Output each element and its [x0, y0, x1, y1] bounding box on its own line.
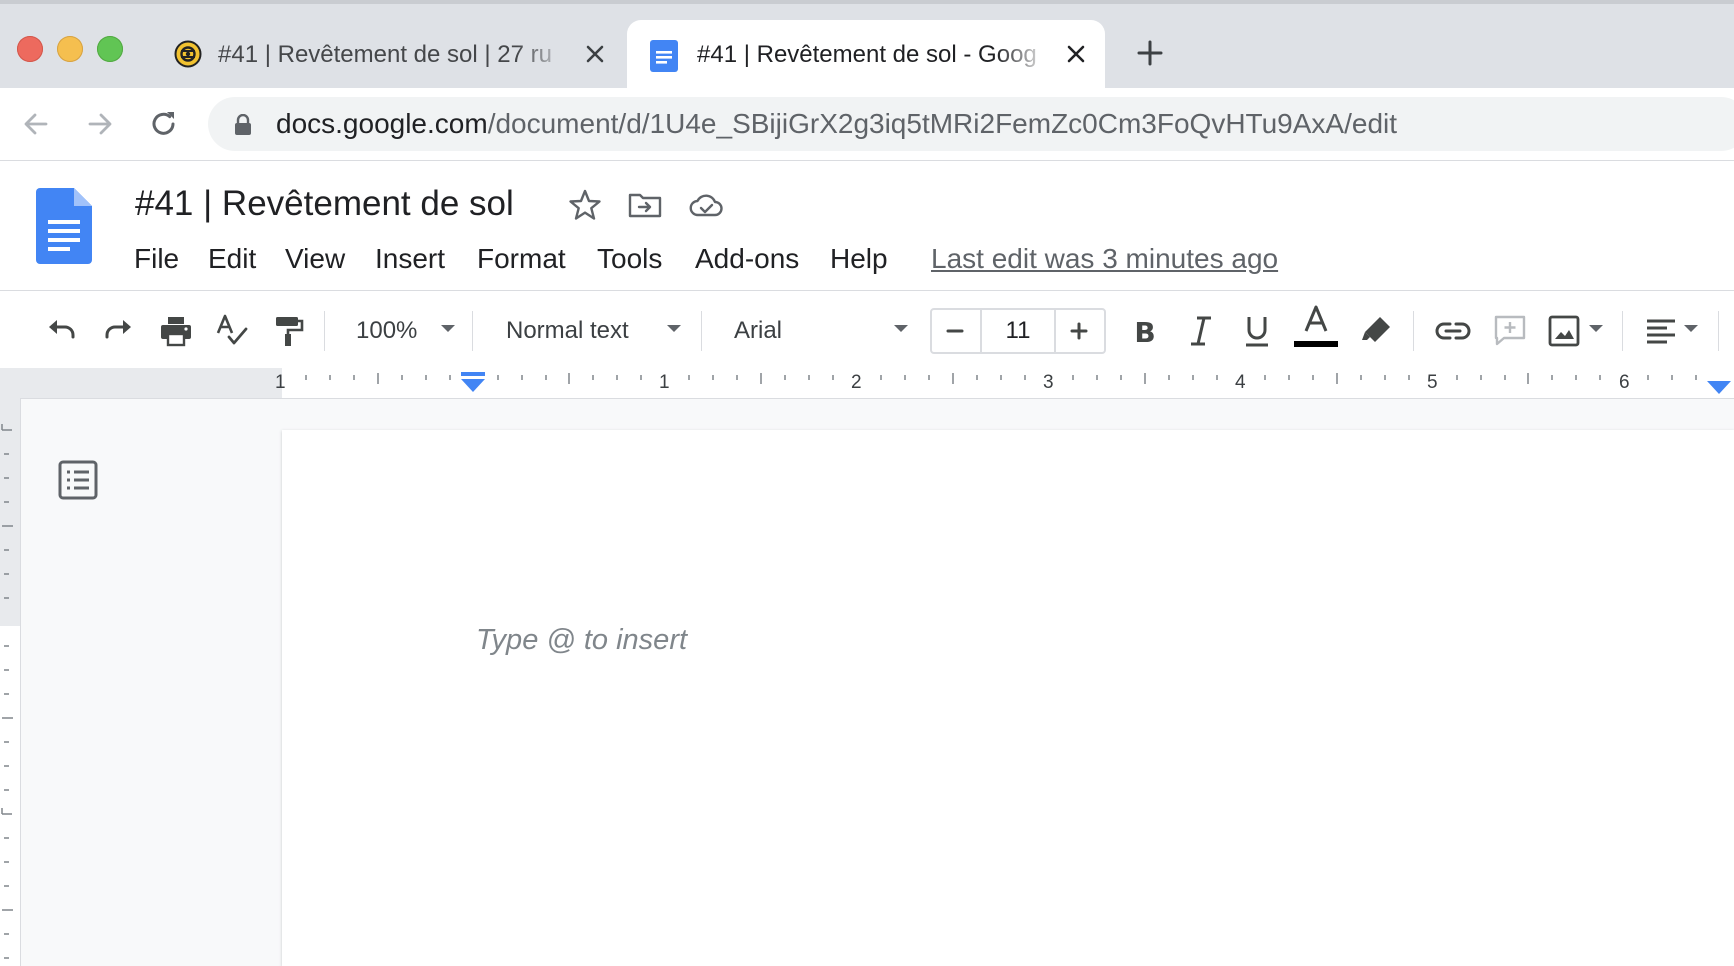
back-arrow-icon[interactable] — [20, 108, 52, 140]
browser-toolbar: docs.google.com/document/d/1U4e_SBijiGrX… — [0, 88, 1734, 161]
decrease-font-size-button[interactable] — [932, 310, 982, 352]
chevron-down-icon[interactable] — [894, 325, 908, 332]
chevron-down-icon[interactable] — [1684, 325, 1698, 332]
address-bar[interactable]: docs.google.com/document/d/1U4e_SBijiGrX… — [208, 97, 1734, 151]
editing-toolbar: 100% Normal text Arial 11 B — [0, 290, 1734, 369]
paint-format-icon[interactable] — [270, 313, 306, 349]
ruler-label: 2 — [851, 372, 862, 393]
chevron-down-icon[interactable] — [441, 325, 455, 332]
tab-title: #41 | Revêtement de sol - Goog — [697, 41, 1037, 68]
toolbar-separator — [701, 311, 702, 351]
window-close-button[interactable] — [17, 36, 43, 62]
ruler-ticks — [305, 373, 1697, 384]
zoom-select[interactable]: 100% — [356, 311, 417, 351]
toolbar-separator — [472, 311, 473, 351]
redo-icon[interactable] — [100, 313, 136, 349]
lock-icon[interactable] — [234, 114, 252, 136]
google-docs-icon — [650, 40, 678, 72]
increase-font-size-button[interactable] — [1054, 310, 1104, 352]
url-host: docs.google.com — [276, 108, 488, 139]
browser-tab-strip: #41 | Revêtement de sol | 27 ru #41 | Re… — [0, 0, 1734, 88]
menu-format[interactable]: Format — [477, 238, 566, 280]
ruler-ticks — [1, 424, 13, 959]
menu-help[interactable]: Help — [830, 238, 888, 280]
font-family-select[interactable]: Arial — [734, 311, 782, 351]
undo-icon[interactable] — [44, 313, 80, 349]
font-size-input[interactable]: 11 — [982, 310, 1054, 352]
forward-arrow-icon[interactable] — [84, 108, 116, 140]
ruler-label: 6 — [1619, 372, 1630, 393]
last-edit-link[interactable]: Last edit was 3 minutes ago — [931, 238, 1278, 280]
ruler-label: 5 — [1427, 372, 1438, 393]
star-icon[interactable] — [568, 188, 602, 222]
toolbar-separator — [324, 311, 325, 351]
browser-tab-inactive[interactable]: #41 | Revêtement de sol | 27 ru — [158, 20, 618, 88]
align-left-icon[interactable] — [1644, 313, 1680, 349]
toolbar-separator — [1413, 311, 1414, 351]
underline-icon[interactable] — [1239, 313, 1275, 349]
move-to-folder-icon[interactable] — [627, 188, 662, 222]
insert-link-icon[interactable] — [1433, 313, 1473, 349]
spellcheck-icon[interactable] — [214, 313, 250, 349]
paragraph-style-select[interactable]: Normal text — [506, 311, 629, 351]
menu-edit[interactable]: Edit — [208, 238, 256, 280]
vertical-ruler[interactable] — [0, 398, 21, 966]
right-indent-marker-icon[interactable] — [1706, 380, 1732, 396]
left-indent-marker-icon[interactable] — [460, 372, 486, 394]
window-maximize-button[interactable] — [97, 36, 123, 62]
document-page[interactable] — [282, 430, 1734, 966]
menu-add-ons[interactable]: Add-ons — [695, 238, 799, 280]
ruler-label: 1 — [659, 372, 670, 393]
body-placeholder[interactable]: Type @ to insert — [476, 620, 687, 660]
horizontal-ruler[interactable]: 1 1 2 3 4 5 6 — [0, 368, 1734, 399]
close-tab-icon[interactable] — [1064, 42, 1088, 66]
toolbar-separator — [1718, 311, 1719, 351]
toolbar-separator — [1622, 311, 1623, 351]
google-docs-logo-icon[interactable] — [36, 188, 92, 264]
close-tab-icon[interactable] — [583, 42, 607, 66]
new-tab-plus-icon[interactable] — [1135, 38, 1165, 68]
menu-insert[interactable]: Insert — [375, 238, 445, 280]
document-outline-icon[interactable] — [56, 458, 100, 502]
url-path: /document/d/1U4e_SBijiGrX2g3iq5tMRi2FemZ… — [487, 108, 1398, 139]
reload-icon[interactable] — [148, 108, 180, 140]
ruler-label: 3 — [1043, 372, 1054, 393]
italic-icon[interactable] — [1183, 313, 1219, 349]
menu-file[interactable]: File — [134, 238, 179, 280]
font-size-stepper: 11 — [930, 308, 1106, 354]
tab-title: #41 | Revêtement de sol | 27 ru — [218, 41, 552, 68]
chevron-down-icon[interactable] — [1589, 325, 1603, 332]
insert-image-icon[interactable] — [1546, 313, 1582, 349]
menu-view[interactable]: View — [285, 238, 345, 280]
window-minimize-button[interactable] — [57, 36, 83, 62]
url-text[interactable]: docs.google.com/document/d/1U4e_SBijiGrX… — [276, 108, 1397, 140]
chevron-down-icon[interactable] — [667, 325, 681, 332]
text-color-icon[interactable] — [1294, 305, 1338, 349]
cloud-saved-icon[interactable] — [688, 188, 723, 222]
print-icon[interactable] — [158, 313, 194, 349]
bold-icon[interactable]: B — [1127, 313, 1163, 349]
ruler-label: 4 — [1235, 372, 1246, 393]
site-favicon-icon — [174, 40, 202, 68]
add-comment-icon — [1492, 313, 1528, 349]
menu-tools[interactable]: Tools — [597, 238, 662, 280]
ruler-label: 1 — [275, 372, 286, 393]
browser-tab-active[interactable]: #41 | Revêtement de sol - Goog — [627, 20, 1105, 88]
window-top-edge — [0, 0, 1734, 4]
document-title[interactable]: #41 | Revêtement de sol — [135, 181, 514, 227]
svg-text:B: B — [1134, 316, 1155, 349]
highlight-color-icon[interactable] — [1358, 313, 1394, 349]
